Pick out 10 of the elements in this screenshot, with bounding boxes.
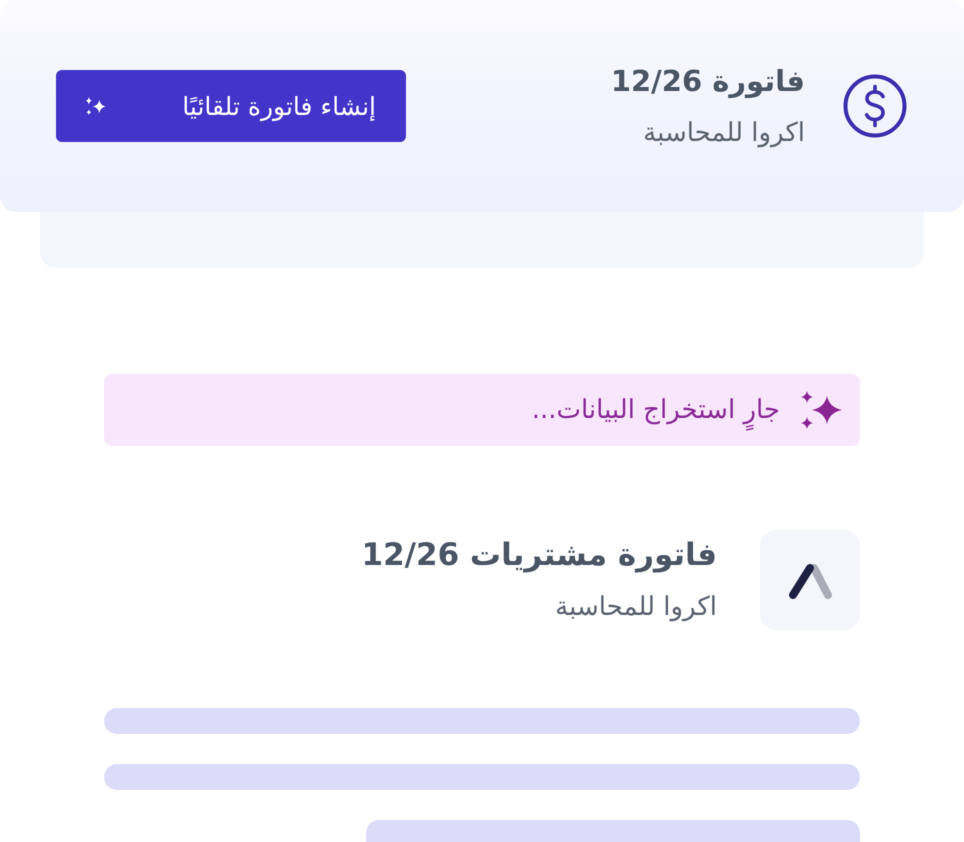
status-text: جارٍ استخراج البيانات... — [530, 388, 782, 432]
sparkle-icon — [800, 391, 842, 429]
dollar-icon — [843, 74, 907, 138]
invoice-title: فاتورة مشتريات 12/26 — [362, 536, 717, 575]
company-name: اكروا للمحاسبة — [555, 591, 717, 624]
auto-invoice-button[interactable]: إنشاء فاتورة تلقائيًا — [56, 70, 406, 142]
sparkle-icon — [85, 96, 106, 116]
invoice-title: فاتورة 12/26 — [610, 63, 805, 100]
company-name: اكروا للمحاسبة — [643, 117, 805, 150]
logo-icon — [760, 530, 860, 630]
